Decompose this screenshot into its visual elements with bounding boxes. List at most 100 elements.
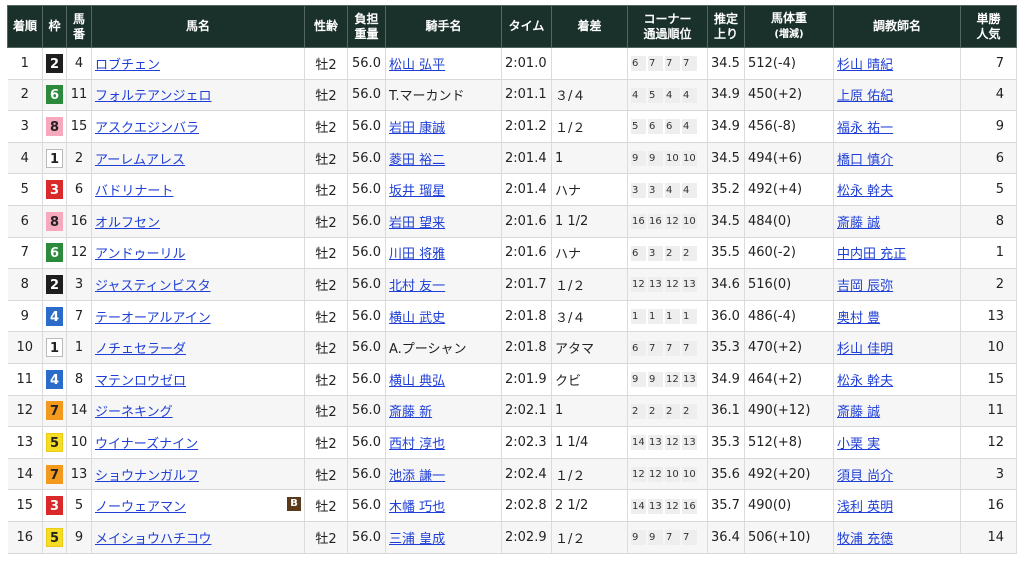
- header-rank[interactable]: 着順: [7, 5, 43, 48]
- header-horse-name[interactable]: 馬名: [91, 5, 305, 48]
- corner-position: 1: [631, 309, 646, 325]
- trainer-link[interactable]: 上原 佑紀: [837, 89, 893, 104]
- last3f-cell: 34.5: [707, 47, 745, 80]
- trainer-link[interactable]: 福永 祐一: [837, 121, 893, 136]
- jockey-link[interactable]: 岩田 康誠: [389, 121, 445, 136]
- corner-cell: 12 12 10 10: [627, 457, 708, 491]
- corner-position: 10: [682, 214, 697, 230]
- table-row: 15 3 5 ノーウェアマン B 牡2 56.0 木幡 巧也 2:02.8 2 1/2 14 13 12…: [7, 489, 1017, 522]
- header-time[interactable]: タイム: [501, 5, 552, 48]
- horse-link[interactable]: アーレムアレス: [95, 153, 185, 168]
- jockey-cell: 三浦 皇成: [385, 520, 502, 554]
- trainer-cell: 須貝 尚介: [833, 457, 961, 491]
- trainer-link[interactable]: 斎藤 誠: [837, 216, 880, 231]
- corner-position: 4: [682, 119, 697, 135]
- horse-link[interactable]: ロブチェン: [95, 58, 160, 73]
- trainer-link[interactable]: 吉岡 辰弥: [837, 279, 893, 294]
- popularity-cell: 15: [960, 362, 1017, 396]
- corner-position: 6: [631, 245, 646, 261]
- header-sex-age[interactable]: 性齢: [304, 5, 348, 48]
- corner-position: 13: [682, 372, 697, 388]
- sex-age-cell: 牡2: [304, 141, 348, 175]
- header-jockey[interactable]: 騎手名: [385, 5, 502, 48]
- table-row: 5 3 6 バドリナート 牡2 56.0 坂井 瑠星 2:01.4 ハナ 3 3 4 4 35.2 492(…: [7, 173, 1017, 206]
- corner-positions: 12 13 12 13: [631, 277, 697, 293]
- jockey-link[interactable]: 木幡 巧也: [389, 500, 445, 515]
- rank-cell: 14: [7, 457, 43, 491]
- jockey-link[interactable]: 川田 将雅: [389, 247, 445, 262]
- sex-age-cell: 牡2: [304, 204, 348, 238]
- time-cell: 2:01.8: [501, 299, 552, 333]
- popularity-cell: 3: [960, 457, 1017, 491]
- header-bodyweight[interactable]: 馬体重 (増減): [744, 5, 834, 48]
- corner-position: 12: [631, 467, 646, 483]
- corner-positions: 12 12 10 10: [631, 467, 697, 483]
- jockey-link[interactable]: 菱田 裕二: [389, 153, 445, 168]
- horse-link[interactable]: マテンロウゼロ: [95, 374, 186, 389]
- trainer-cell: 福永 祐一: [833, 110, 961, 143]
- trainer-link[interactable]: 牧浦 充徳: [837, 532, 893, 547]
- horse-cell: ショウナンガルフ: [91, 457, 305, 491]
- corner-positions: 16 16 12 10: [631, 214, 697, 230]
- jockey-link[interactable]: 坂井 瑠星: [389, 184, 445, 199]
- trainer-cell: 松永 幹夫: [833, 362, 961, 396]
- jockey-cell: 斎藤 新: [385, 394, 502, 428]
- horse-link[interactable]: ノチェセラーダ: [95, 342, 186, 357]
- trainer-link[interactable]: 中内田 充正: [837, 247, 906, 262]
- jockey-link[interactable]: 松山 弘平: [389, 58, 445, 73]
- horse-link[interactable]: ジャスティンビスタ: [95, 279, 211, 294]
- trainer-link[interactable]: 斎藤 誠: [837, 405, 880, 420]
- jockey-link[interactable]: 三浦 皇成: [389, 532, 445, 547]
- header-margin[interactable]: 着差: [551, 5, 628, 48]
- horse-link[interactable]: ウイナーズナイン: [95, 437, 198, 452]
- trainer-link[interactable]: 松永 幹夫: [837, 184, 893, 199]
- trainer-link[interactable]: 松永 幹夫: [837, 374, 893, 389]
- jockey-link[interactable]: 北村 友一: [389, 279, 445, 294]
- waku-badge: 6: [46, 243, 63, 263]
- trainer-link[interactable]: 須貝 尚介: [837, 469, 893, 484]
- corner-positions: 3344: [631, 182, 697, 198]
- horse-link[interactable]: ショウナンガルフ: [95, 469, 199, 484]
- corner-position: 1: [648, 309, 663, 325]
- horse-link[interactable]: アスクエジンバラ: [95, 121, 199, 136]
- umaban-cell: 14: [66, 394, 92, 428]
- jockey-link[interactable]: 池添 謙一: [389, 469, 445, 484]
- horse-link[interactable]: メイショウハチコウ: [95, 532, 211, 547]
- horse-link[interactable]: フォルテアンジェロ: [95, 89, 211, 104]
- horse-link[interactable]: アンドゥーリル: [95, 247, 185, 262]
- horse-link[interactable]: バドリナート: [95, 184, 173, 199]
- jockey-link[interactable]: 横山 典弘: [389, 374, 445, 389]
- header-trainer[interactable]: 調教師名: [833, 5, 961, 48]
- trainer-link[interactable]: 浅利 英明: [837, 500, 893, 515]
- corner-position: 9: [648, 530, 663, 546]
- trainer-link[interactable]: 杉山 佳明: [837, 342, 893, 357]
- trainer-link[interactable]: 橋口 慎介: [837, 153, 893, 168]
- horse-link[interactable]: テーオーアルアイン: [95, 311, 211, 326]
- jockey-link[interactable]: 横山 武史: [389, 311, 445, 326]
- jockey-link[interactable]: 斎藤 新: [389, 405, 432, 420]
- sex-age-cell: 牡2: [304, 299, 348, 333]
- header-corner[interactable]: コーナー 通過順位: [627, 5, 708, 48]
- header-last3f[interactable]: 推定 上り: [707, 5, 745, 48]
- bodyweight-cell: 512(-4): [744, 47, 834, 80]
- header-weight[interactable]: 負担 重量: [347, 5, 386, 48]
- jockey-link[interactable]: 西村 淳也: [389, 437, 445, 452]
- header-umaban[interactable]: 馬番: [66, 5, 92, 48]
- corner-position: 9: [648, 151, 663, 167]
- popularity-cell: 1: [960, 236, 1017, 270]
- trainer-link[interactable]: 奥村 豊: [837, 311, 880, 326]
- jockey-link[interactable]: 岩田 望来: [389, 216, 445, 231]
- trainer-link[interactable]: 小栗 実: [837, 437, 880, 452]
- trainer-link[interactable]: 杉山 晴紀: [837, 58, 893, 73]
- blinker-badge: B: [287, 497, 301, 512]
- weight-cell: 56.0: [347, 204, 386, 238]
- horse-link[interactable]: オルフセン: [95, 216, 160, 231]
- header-waku[interactable]: 枠: [42, 5, 67, 48]
- horse-link[interactable]: ノーウェアマン: [95, 500, 186, 515]
- corner-position: 1: [682, 309, 697, 325]
- weight-cell: 56.0: [347, 362, 386, 396]
- header-popularity[interactable]: 単勝 人気: [960, 5, 1017, 48]
- corner-cell: 1111: [627, 299, 708, 333]
- horse-link[interactable]: ジーネキング: [95, 405, 173, 420]
- horse-cell: マテンロウゼロ: [91, 362, 305, 396]
